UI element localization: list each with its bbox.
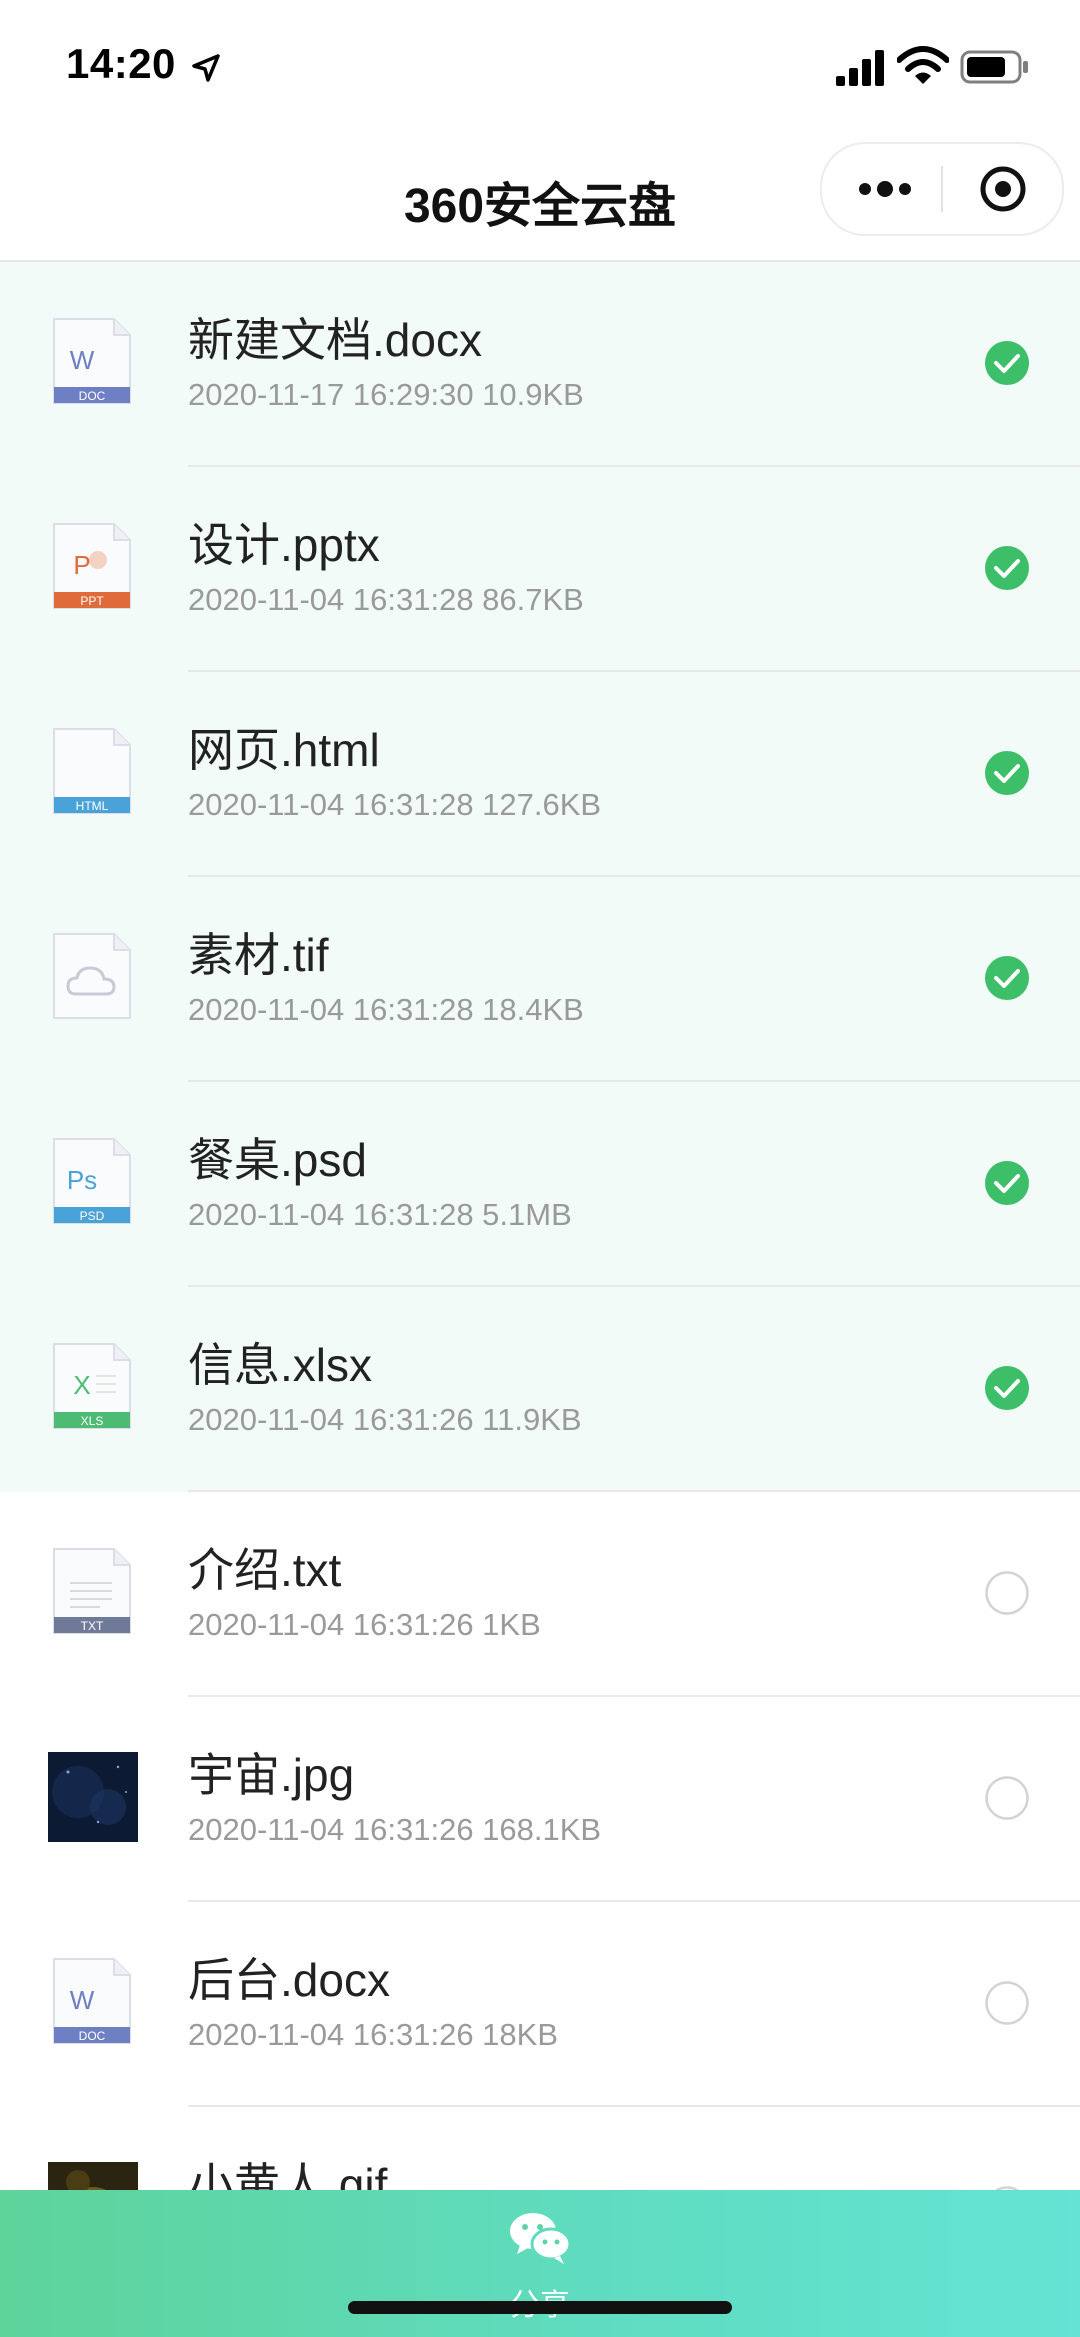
- file-row[interactable]: Ps PSD 餐桌.psd 2020-11-04 16:31:28 5.1MB: [0, 1082, 1080, 1287]
- doc-file-icon: W DOC: [53, 318, 131, 404]
- file-row[interactable]: 素材.tif 2020-11-04 16:31:28 18.4KB: [0, 877, 1080, 1082]
- file-name: 素材.tif: [188, 929, 329, 981]
- file-meta: 2020-11-04 16:31:28 18.4KB: [188, 992, 584, 1027]
- nav-bar: 360安全云盘: [0, 130, 1080, 262]
- file-meta: 2020-11-04 16:31:26 168.1KB: [188, 1812, 602, 1847]
- file-name: 信息.xlsx: [188, 1339, 372, 1391]
- home-indicator: [348, 2301, 732, 2314]
- file-meta: 2020-11-04 16:31:26 11.9KB: [188, 1402, 582, 1437]
- mini-program-capsule: [820, 142, 1064, 236]
- checked-icon[interactable]: [984, 955, 1030, 1001]
- file-row[interactable]: P PPT 设计.pptx 2020-11-04 16:31:28 86.7KB: [0, 467, 1080, 672]
- file-row[interactable]: W DOC 新建文档.docx 2020-11-17 16:29:30 10.9KB: [0, 262, 1080, 467]
- file-meta: 2020-11-04 16:31:28 86.7KB: [188, 582, 584, 617]
- svg-text:X: X: [73, 1370, 90, 1400]
- file-name: 设计.pptx: [188, 519, 380, 571]
- file-row[interactable]: W DOC 后台.docx 2020-11-04 16:31:26 18KB: [0, 1902, 1080, 2107]
- file-meta: 2020-11-04 16:31:28 5.1MB: [188, 1197, 572, 1232]
- svg-text:Ps: Ps: [67, 1165, 97, 1195]
- image-thumbnail: [48, 1752, 138, 1842]
- svg-text:W: W: [70, 1985, 95, 2015]
- location-arrow-icon: [192, 54, 220, 82]
- more-dots-icon[interactable]: [856, 174, 914, 204]
- file-name: 介绍.txt: [188, 1544, 342, 1596]
- checked-icon[interactable]: [984, 1160, 1030, 1206]
- file-row[interactable]: TXT 介绍.txt 2020-11-04 16:31:26 1KB: [0, 1492, 1080, 1697]
- doc-file-icon: W DOC: [53, 1958, 131, 2044]
- unchecked-icon[interactable]: [984, 1775, 1030, 1821]
- svg-text:W: W: [70, 345, 95, 375]
- psd-file-icon: Ps PSD: [53, 1138, 131, 1224]
- capsule-divider: [941, 166, 943, 212]
- unchecked-icon[interactable]: [984, 1980, 1030, 2026]
- ppt-file-icon: P PPT: [53, 523, 131, 609]
- svg-text:P: P: [73, 550, 90, 580]
- file-list: W DOC 新建文档.docx 2020-11-17 16:29:30 10.9KB P…: [0, 262, 1080, 2312]
- status-time: 14:20: [66, 40, 176, 87]
- file-name: 新建文档.docx: [188, 314, 482, 366]
- file-meta: 2020-11-04 16:31:28 127.6KB: [188, 787, 602, 822]
- svg-text:DOC: DOC: [79, 2029, 106, 2043]
- file-name: 餐桌.psd: [188, 1134, 367, 1186]
- txt-file-icon: TXT: [53, 1548, 131, 1634]
- xls-file-icon: X XLS: [53, 1343, 131, 1429]
- file-meta: 2020-11-17 16:29:30 10.9KB: [188, 377, 584, 412]
- svg-text:XLS: XLS: [81, 1414, 104, 1428]
- file-name: 后台.docx: [188, 1954, 390, 2006]
- target-circle-icon[interactable]: [978, 164, 1028, 214]
- html-file-icon: HTML: [53, 728, 131, 814]
- file-row[interactable]: HTML 网页.html 2020-11-04 16:31:28 127.6KB: [0, 672, 1080, 877]
- file-name: 网页.html: [188, 724, 380, 776]
- svg-text:DOC: DOC: [79, 389, 106, 403]
- svg-text:HTML: HTML: [76, 799, 109, 813]
- checked-icon[interactable]: [984, 1365, 1030, 1411]
- cloud-file-icon: [53, 933, 131, 1019]
- checked-icon[interactable]: [984, 750, 1030, 796]
- battery-icon: [960, 50, 1028, 84]
- file-row[interactable]: 宇宙.jpg 2020-11-04 16:31:26 168.1KB: [0, 1697, 1080, 1902]
- svg-text:TXT: TXT: [81, 1619, 104, 1633]
- file-row[interactable]: X XLS 信息.xlsx 2020-11-04 16:31:26 11.9KB: [0, 1287, 1080, 1492]
- unchecked-icon[interactable]: [984, 1570, 1030, 1616]
- status-bar: 14:20: [0, 0, 1080, 130]
- checked-icon[interactable]: [984, 340, 1030, 386]
- wechat-icon: [510, 2213, 572, 2264]
- file-meta: 2020-11-04 16:31:26 18KB: [188, 2017, 559, 2052]
- wifi-icon: [897, 46, 949, 84]
- cellular-signal-icon: [836, 50, 884, 86]
- share-bar[interactable]: 分享: [0, 2190, 1080, 2337]
- svg-text:PSD: PSD: [80, 1209, 105, 1223]
- file-name: 宇宙.jpg: [188, 1749, 355, 1801]
- svg-text:PPT: PPT: [80, 594, 104, 608]
- file-meta: 2020-11-04 16:31:26 1KB: [188, 1607, 541, 1642]
- checked-icon[interactable]: [984, 545, 1030, 591]
